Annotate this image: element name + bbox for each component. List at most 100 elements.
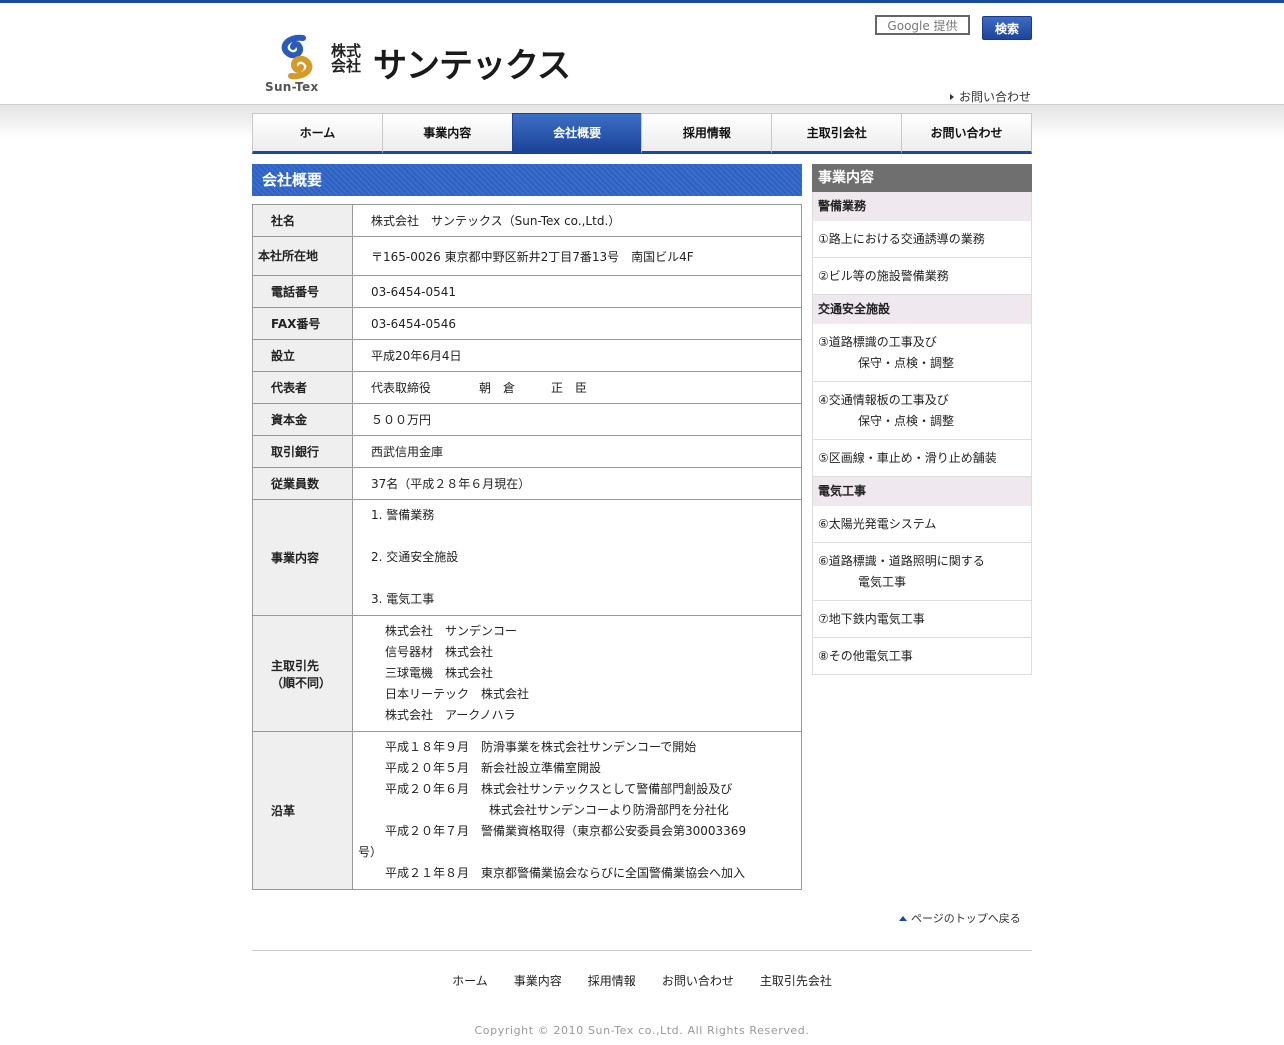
sidebar-item-label: ③道路標識の工事及び	[818, 335, 937, 349]
history-item: 号）	[358, 845, 383, 859]
row-value-fax: 03-6454-0546	[352, 307, 802, 340]
table-row: 社名 株式会社 サンテックス（Sun-Tex co.,Ltd.）	[252, 204, 802, 237]
nav-clients[interactable]: 主取引会社	[771, 113, 902, 154]
row-value-founded: 平成20年6月4日	[352, 339, 802, 372]
sidebar-category-traffic-safety[interactable]: 交通安全施設	[812, 295, 1032, 324]
client-item: 日本リーテック 株式会社	[385, 687, 530, 701]
table-row: FAX番号 03-6454-0546	[252, 307, 802, 340]
row-value-staff: 37名（平成２８年６月現在）	[352, 467, 802, 500]
row-label-fax: FAX番号	[252, 307, 353, 340]
row-value-tel: 03-6454-0541	[352, 275, 802, 308]
row-value-name: 株式会社 サンテックス（Sun-Tex co.,Ltd.）	[352, 204, 802, 237]
footer-link-business[interactable]: 事業内容	[514, 972, 562, 989]
row-label-clients: 主取引先 （順不同）	[252, 615, 353, 732]
business-item: 2. 交通安全施設	[371, 550, 459, 564]
sidebar-category-security[interactable]: 警備業務	[812, 192, 1032, 221]
nav-home[interactable]: ホーム	[252, 113, 382, 154]
table-row: 主取引先 （順不同） 株式会社 サンデンコー 信号器材 株式会社 三球電機 株式…	[252, 615, 802, 732]
row-value-representative: 代表取締役 朝 倉 正 臣	[352, 371, 802, 404]
address-label-text: 本社所在地	[258, 248, 319, 263]
row-value-business: 1. 警備業務 2. 交通安全施設 3. 電気工事	[352, 499, 802, 616]
header-contact-link[interactable]: お問い合わせ	[950, 88, 1031, 105]
footer-nav: ホーム 事業内容 採用情報 お問い合わせ 主取引先会社	[252, 972, 1032, 989]
row-value-address: 〒165-0026 東京都中野区新井2丁目7番13号 南国ビル4F	[352, 236, 802, 276]
client-item: 三球電機 株式会社	[385, 666, 494, 680]
row-label-staff: 従業員数	[252, 467, 353, 500]
client-item: 株式会社 アークノハラ	[385, 708, 516, 722]
row-label-business: 事業内容	[252, 499, 353, 616]
sidebar-item-subway-electrical[interactable]: ⑦地下鉄内電気工事	[812, 601, 1032, 638]
history-item: 平成２０年７月 警備業資格取得（東京都公安委員会第30003369	[385, 824, 747, 838]
table-row: 本社所在地 〒165-0026 東京都中野区新井2丁目7番13号 南国ビル4F	[252, 236, 802, 276]
sidebar-item-facility-security[interactable]: ②ビル等の施設警備業務	[812, 258, 1032, 295]
row-value-clients: 株式会社 サンデンコー 信号器材 株式会社 三球電機 株式会社 日本リーテック …	[352, 615, 802, 732]
copyright: Copyright © 2010 Sun-Tex co.,Ltd. All Ri…	[474, 1024, 810, 1037]
business-item: 1. 警備業務	[371, 508, 435, 522]
footer-divider	[252, 950, 1032, 951]
company-info-table: 社名 株式会社 サンテックス（Sun-Tex co.,Ltd.） 本社所在地 〒…	[252, 204, 802, 890]
sidebar-item-road-lighting[interactable]: ⑥道路標識・道路照明に関する 電気工事	[812, 543, 1032, 601]
history-item: 株式会社サンデンコーより防滑部門を分社化	[489, 803, 729, 817]
company-logo[interactable]: Sun-Tex 株式会社 サンテックス	[265, 34, 585, 94]
table-row: 従業員数 37名（平成２８年６月現在）	[252, 467, 802, 500]
client-item: 信号器材 株式会社	[385, 645, 494, 659]
table-row: 電話番号 03-6454-0541	[252, 275, 802, 308]
nav-business[interactable]: 事業内容	[381, 113, 512, 154]
row-label-founded: 設立	[252, 339, 353, 372]
nav-company-profile[interactable]: 会社概要	[511, 113, 642, 154]
sidebar-item-sublabel: 保守・点検・調整	[858, 356, 955, 370]
row-label-history: 沿革	[252, 731, 353, 890]
logo-company-name: サンテックス	[373, 46, 571, 86]
logo-swirl-icon	[281, 34, 313, 80]
row-label-tel: 電話番号	[252, 275, 353, 308]
row-label-name: 社名	[252, 204, 353, 237]
arrow-right-icon	[950, 94, 954, 100]
clients-label-note: （順不同）	[271, 675, 332, 690]
table-row: 資本金 ５００万円	[252, 403, 802, 436]
sidebar-item-road-signs[interactable]: ③道路標識の工事及び 保守・点検・調整	[812, 324, 1032, 382]
history-item: 平成２０年５月 新会社設立準備室開設	[385, 761, 602, 775]
arrow-up-icon	[899, 916, 907, 921]
search-button[interactable]: 検索	[982, 16, 1032, 40]
sidebar-item-info-boards[interactable]: ④交通情報板の工事及び 保守・点検・調整	[812, 382, 1032, 440]
nav-recruit[interactable]: 採用情報	[641, 113, 772, 154]
table-row: 取引銀行 西武信用金庫	[252, 435, 802, 468]
row-label-bank: 取引銀行	[252, 435, 353, 468]
sidebar-title: 事業内容	[812, 164, 1032, 192]
footer-link-clients[interactable]: 主取引先会社	[760, 972, 832, 989]
top-accent-line	[0, 0, 1284, 3]
table-row: 事業内容 1. 警備業務 2. 交通安全施設 3. 電気工事	[252, 499, 802, 616]
history-item: 平成２０年６月 株式会社サンテックスとして警備部門創設及び	[385, 782, 733, 796]
table-row: 沿革 平成１８年９月 防滑事業を株式会社サンデンコーで開始 平成２０年５月 新会…	[252, 731, 802, 890]
table-row: 代表者 代表取締役 朝 倉 正 臣	[252, 371, 802, 404]
history-item: 平成１８年９月 防滑事業を株式会社サンデンコーで開始	[385, 740, 697, 754]
sidebar-item-lane-markings[interactable]: ⑤区画線・車止め・滑り止め舗装	[812, 440, 1032, 477]
row-value-history: 平成１８年９月 防滑事業を株式会社サンデンコーで開始 平成２０年５月 新会社設立…	[352, 731, 802, 890]
sidebar-item-solar[interactable]: ⑥太陽光発電システム	[812, 506, 1032, 543]
header-contact-label: お問い合わせ	[959, 90, 1032, 104]
row-value-capital: ５００万円	[352, 403, 802, 436]
sidebar-item-sublabel: 電気工事	[858, 575, 907, 589]
footer-link-contact[interactable]: お問い合わせ	[662, 972, 734, 989]
google-search-input[interactable]: Google 提供	[875, 15, 970, 35]
row-label-representative: 代表者	[252, 371, 353, 404]
footer-link-home[interactable]: ホーム	[452, 972, 488, 989]
row-label-address: 本社所在地	[252, 236, 353, 276]
table-row: 設立 平成20年6月4日	[252, 339, 802, 372]
sidebar-item-label: ④交通情報板の工事及び	[818, 393, 949, 407]
business-item: 3. 電気工事	[371, 592, 435, 606]
back-to-top-label: ページのトップへ戻る	[911, 912, 1021, 925]
history-item: 平成２１年８月 東京都警備業協会ならびに全国警備業協会へ加入	[385, 866, 746, 880]
sidebar-item-label: ⑥道路標識・道路照明に関する	[818, 554, 985, 568]
client-item: 株式会社 サンデンコー	[385, 624, 518, 638]
back-to-top-link[interactable]: ページのトップへ戻る	[899, 910, 1021, 926]
row-value-bank: 西武信用金庫	[352, 435, 802, 468]
sidebar-item-traffic-guidance[interactable]: ①路上における交通誘導の業務	[812, 221, 1032, 258]
row-label-capital: 資本金	[252, 403, 353, 436]
logo-kabushiki-text: 株式会社	[331, 42, 362, 75]
logo-english-text: Sun-Tex	[265, 80, 319, 94]
footer-link-recruit[interactable]: 採用情報	[588, 972, 636, 989]
sidebar-category-electrical[interactable]: 電気工事	[812, 477, 1032, 506]
sidebar-item-other-electrical[interactable]: ⑧その他電気工事	[812, 638, 1032, 675]
nav-contact[interactable]: お問い合わせ	[901, 113, 1032, 154]
